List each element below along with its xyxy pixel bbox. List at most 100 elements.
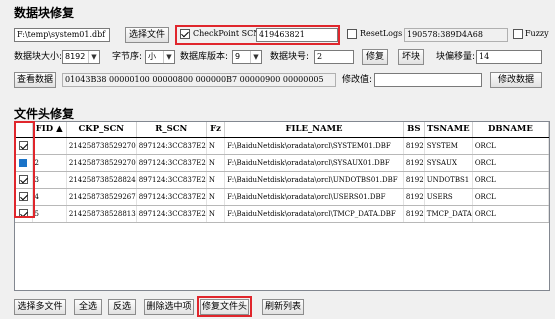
column-header-tsname[interactable]: TSNAME: [424, 122, 473, 138]
chevron-down-icon[interactable]: ▼: [250, 51, 261, 63]
cell-tsname: USERS: [424, 188, 473, 206]
checkpoint-scn-check-icon[interactable]: [180, 29, 190, 39]
invert-selection-button[interactable]: 反选: [108, 299, 136, 315]
cell-file-name: F:\BaiduNetdisk\oradata\orcl\UNDOTBS01.D…: [224, 171, 404, 189]
column-header-bs[interactable]: BS: [403, 122, 425, 138]
chevron-down-icon[interactable]: ▼: [163, 51, 174, 63]
cell-bs: 8192: [403, 205, 425, 223]
cell-tsname: SYSAUX: [424, 154, 473, 172]
column-header-ckp-scn[interactable]: CKP_SCN: [66, 122, 137, 138]
cell-ckp-scn: 214258738529270: [66, 154, 137, 172]
cell-bs: 8192: [403, 171, 425, 189]
cell-bs: 8192: [403, 154, 425, 172]
cell-ckp-scn: 214258738529267: [66, 188, 137, 206]
select-all-button[interactable]: 全选: [74, 299, 102, 315]
sort-ascending-icon: ▲: [56, 124, 63, 135]
repair-button[interactable]: 修复: [362, 49, 388, 65]
table-row[interactable]: 5 214258738528813 897124:3CC837E2 N F:\Baidu…: [15, 205, 549, 223]
cell-fid: 5: [32, 205, 67, 223]
table-row[interactable]: 214258738529270 897124:3CC837E2 N F:\BaiduN…: [15, 137, 549, 155]
cell-fz: N: [206, 171, 226, 189]
table-row[interactable]: 4 214258738529267 897124:3CC837E2 N F:\Baidu…: [15, 188, 549, 206]
cell-file-name: F:\BaiduNetdisk\oradata\orcl\TMCP_DATA.D…: [224, 205, 404, 223]
cell-file-name: F:\BaiduNetdisk\oradata\orcl\SYSAUX01.DB…: [224, 154, 404, 172]
chevron-down-icon[interactable]: ▼: [88, 51, 99, 63]
table-header-row: FID ▲ CKP_SCN R_SCN Fz FILE_NAME BS TSNA…: [15, 122, 549, 138]
fuzzy-label: Fuzzy: [525, 29, 549, 38]
file-path-field[interactable]: F:\temp\system01.dbf: [14, 28, 110, 42]
cell-r-scn: 897124:3CC837E2: [136, 205, 207, 223]
db-version-value: 9: [235, 52, 241, 61]
checkpoint-scn-field[interactable]: 419463821: [256, 28, 338, 42]
byte-order-value: 小: [148, 52, 156, 61]
data-block-title: 数据块修复: [14, 6, 75, 20]
resetlogs-field[interactable]: 190578:389D4A68: [404, 28, 508, 42]
column-header-file-name[interactable]: FILE_NAME: [224, 122, 404, 138]
cell-tsname: TMCP_DATA: [424, 205, 473, 223]
file-header-title: 文件头修复: [14, 107, 75, 121]
select-file-button[interactable]: 选择文件: [125, 27, 169, 43]
column-header-dbname[interactable]: DBNAME: [472, 122, 549, 138]
cell-fid: 2: [32, 154, 67, 172]
table-row[interactable]: 2 214258738529270 897124:3CC837E2 N F:\Baidu…: [15, 154, 549, 172]
cell-bs: 8192: [403, 188, 425, 206]
cell-bs: 8192: [403, 137, 425, 155]
resetlogs-checkbox[interactable]: [347, 29, 357, 40]
column-header-fid[interactable]: FID ▲: [32, 122, 67, 138]
cell-ckp-scn: 214258738529270: [66, 137, 137, 155]
cell-dbname: ORCL: [472, 171, 549, 189]
table-row[interactable]: 3 214258738528824 897124:3CC837E2 N F:\Baidu…: [15, 171, 549, 189]
fuzzy-check-icon[interactable]: [513, 29, 523, 39]
data-hex-field[interactable]: 01043B38 00000100 00000800 000000B7 0000…: [62, 73, 336, 87]
cell-dbname: ORCL: [472, 188, 549, 206]
view-data-button[interactable]: 查看数据: [14, 72, 56, 88]
cell-fid: 3: [32, 171, 67, 189]
checkpoint-scn-label: CheckPoint SCN: [193, 29, 261, 38]
checkbox-column-highlight: [14, 121, 35, 218]
cell-fz: N: [206, 154, 226, 172]
cell-file-name: F:\BaiduNetdisk\oradata\orcl\USERS01.DBF: [224, 188, 404, 206]
byte-order-select[interactable]: 小 ▼: [145, 50, 175, 64]
column-header-r-scn[interactable]: R_SCN: [136, 122, 207, 138]
block-size-label: 数据块大小:: [14, 52, 63, 62]
cell-dbname: ORCL: [472, 205, 549, 223]
delete-selected-button[interactable]: 删除选中项: [144, 299, 194, 315]
fuzzy-checkbox[interactable]: [513, 29, 523, 40]
cell-fz: N: [206, 205, 226, 223]
block-size-value: 8192: [65, 52, 86, 61]
db-version-select[interactable]: 9 ▼: [232, 50, 262, 64]
block-offset-label: 块偏移量:: [436, 52, 476, 62]
block-size-select[interactable]: 8192 ▼: [62, 50, 100, 64]
cell-r-scn: 897124:3CC837E2: [136, 137, 207, 155]
cell-r-scn: 897124:3CC837E2: [136, 154, 207, 172]
cell-fid: [32, 137, 67, 155]
cell-r-scn: 897124:3CC837E2: [136, 188, 207, 206]
cell-dbname: ORCL: [472, 137, 549, 155]
bad-block-button[interactable]: 坏块: [398, 49, 424, 65]
refresh-list-button[interactable]: 刷新列表: [262, 299, 304, 315]
modify-value-label: 修改值:: [342, 75, 373, 85]
select-multiple-files-button[interactable]: 选择多文件: [14, 299, 66, 315]
cell-ckp-scn: 214258738528813: [66, 205, 137, 223]
block-number-field[interactable]: 2: [314, 50, 354, 64]
repair-file-header-button[interactable]: 修复文件头: [200, 299, 249, 315]
db-version-label: 数据库版本:: [180, 52, 229, 62]
modify-data-button[interactable]: 修改数据: [490, 72, 542, 88]
file-header-grid[interactable]: FID ▲ CKP_SCN R_SCN Fz FILE_NAME BS TSNA…: [14, 121, 550, 291]
cell-fz: N: [206, 137, 226, 155]
file-header-table: FID ▲ CKP_SCN R_SCN Fz FILE_NAME BS TSNA…: [15, 122, 549, 223]
cell-fid: 4: [32, 188, 67, 206]
resetlogs-label: ResetLogs: [360, 29, 403, 38]
column-header-fz[interactable]: Fz: [206, 122, 226, 138]
block-offset-field[interactable]: 14: [476, 50, 542, 64]
cell-ckp-scn: 214258738528824: [66, 171, 137, 189]
checkpoint-scn-checkbox[interactable]: [180, 29, 190, 40]
block-number-label: 数据块号:: [270, 52, 310, 62]
cell-file-name: F:\BaiduNetdisk\oradata\orcl\SYSTEM01.DB…: [224, 137, 404, 155]
cell-tsname: SYSTEM: [424, 137, 473, 155]
resetlogs-check-icon[interactable]: [347, 29, 357, 39]
modify-value-field[interactable]: [374, 73, 482, 87]
cell-dbname: ORCL: [472, 154, 549, 172]
cell-tsname: UNDOTBS1: [424, 171, 473, 189]
cell-fz: N: [206, 188, 226, 206]
